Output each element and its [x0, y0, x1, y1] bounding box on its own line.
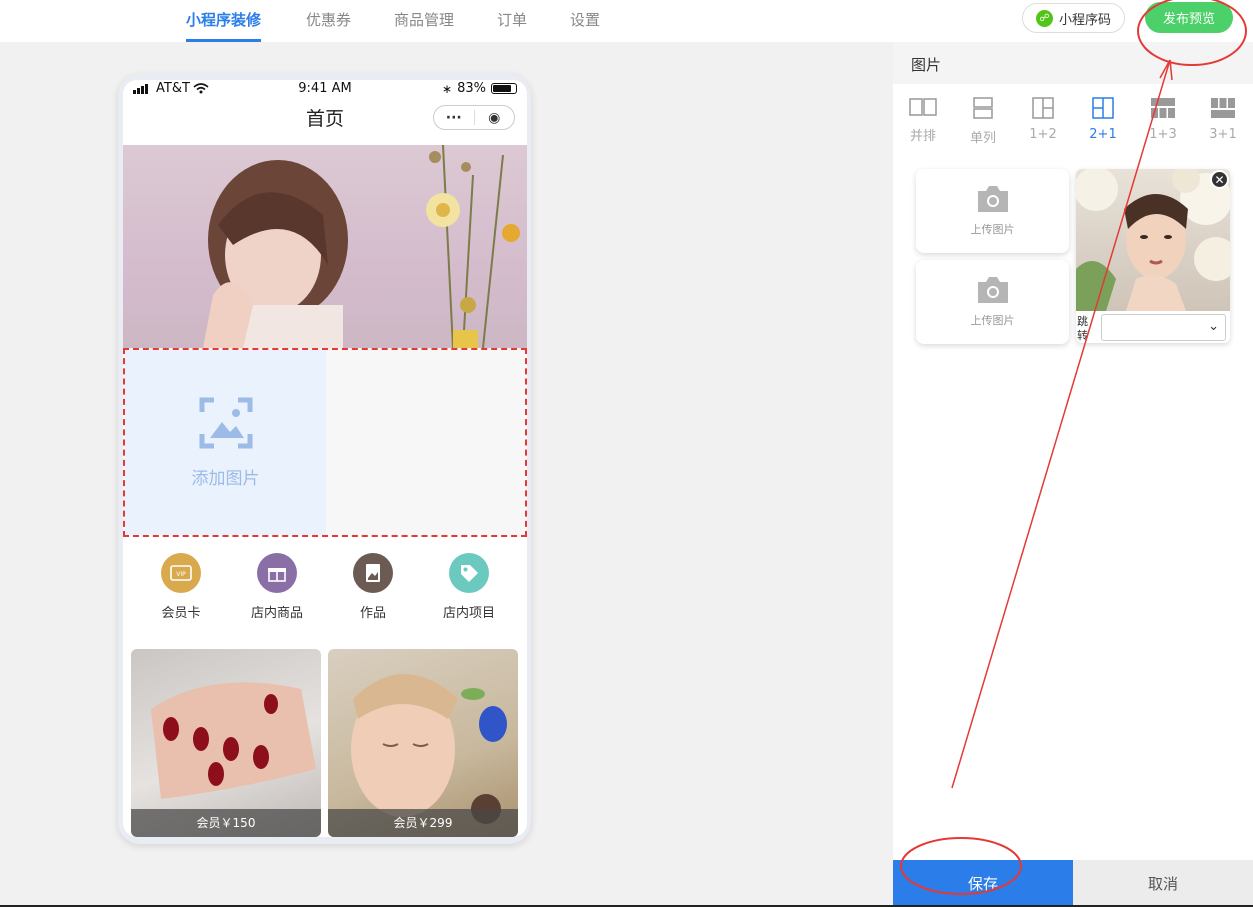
layout-2-plus-1[interactable]: 2+1: [1079, 97, 1127, 142]
menu-label: 作品: [359, 606, 386, 621]
layout-2-plus-1-icon: [1092, 97, 1114, 119]
layout-1-plus-3-icon: [1151, 98, 1175, 118]
product-card[interactable]: 会员￥150: [131, 649, 321, 837]
portrait-illustration: [203, 145, 520, 348]
bride-photo: [1076, 169, 1230, 311]
gift-icon: [257, 553, 297, 593]
image-block-editing-area[interactable]: 添加图片: [123, 348, 527, 537]
tab-settings[interactable]: 设置: [570, 9, 600, 42]
tab-coupons[interactable]: 优惠券: [306, 9, 351, 42]
upload-image-slot-2[interactable]: 上传图片: [916, 260, 1069, 344]
more-icon[interactable]: ···: [434, 110, 474, 126]
upload-label: 上传图片: [970, 314, 1015, 327]
miniprogram-code-label: 小程序码: [1058, 12, 1111, 28]
remove-image-button[interactable]: ✕: [1210, 170, 1229, 189]
card-price: 会员￥150: [131, 809, 321, 837]
svg-text:VIP: VIP: [176, 571, 186, 578]
upload-image-slot-1[interactable]: 上传图片: [916, 169, 1069, 253]
layout-single-column[interactable]: 单列: [959, 97, 1007, 146]
publish-preview-button[interactable]: 发布预览: [1145, 2, 1233, 33]
save-button[interactable]: 保存: [893, 860, 1073, 907]
shortcut-menu: VIP 会员卡 店内商品 作品 店内项目: [133, 538, 517, 644]
jump-label: 跳转: [1077, 315, 1088, 342]
menu-item-store-services[interactable]: 店内项目: [421, 553, 517, 621]
battery-percent: 83%: [457, 81, 486, 96]
link-icon: ☍: [1035, 9, 1053, 27]
add-image-label: 添加图片: [191, 469, 260, 489]
image-placeholder-icon: [199, 397, 252, 449]
layout-1-plus-2[interactable]: 1+2: [1019, 97, 1067, 142]
layout-3-plus-1[interactable]: 3+1: [1199, 97, 1247, 142]
camera-icon: [977, 186, 1008, 212]
chevron-down-icon: ⌄: [1208, 319, 1219, 334]
phone-screen: AT&T 9:41 AM ∗ 83% 首页 ··· ◉ 添加图片 VIP 会员卡…: [123, 80, 527, 837]
uploaded-image-slot-3[interactable]: 跳转 ⌄: [1076, 169, 1230, 343]
close-target-icon[interactable]: ◉: [475, 110, 515, 126]
banner-image[interactable]: [123, 145, 527, 348]
camera-icon: [977, 277, 1008, 303]
cancel-button[interactable]: 取消: [1073, 860, 1253, 907]
menu-item-works[interactable]: 作品: [325, 553, 421, 621]
menu-label: 店内商品: [250, 606, 303, 621]
capsule-menu[interactable]: ··· ◉: [433, 105, 515, 130]
photo-icon: [353, 553, 393, 593]
add-image-placeholder[interactable]: 添加图片: [125, 350, 326, 535]
menu-item-membership-card[interactable]: VIP 会员卡: [133, 553, 229, 621]
tab-miniprogram-decoration[interactable]: 小程序装修: [186, 9, 262, 42]
jump-link-select[interactable]: ⌄: [1101, 314, 1226, 341]
product-card[interactable]: 会员￥299: [328, 649, 518, 837]
bluetooth-icon: ∗: [442, 81, 453, 96]
layout-1-plus-2-icon: [1032, 97, 1054, 119]
layout-side-by-side-icon: [909, 98, 937, 116]
top-navigation: 小程序装修 优惠券 商品管理 订单 设置 ☍ 小程序码 发布预览: [0, 0, 1253, 42]
layout-side-by-side[interactable]: 并排: [899, 97, 947, 144]
layout-3-plus-1-icon: [1211, 98, 1235, 118]
battery-icon: [491, 83, 517, 94]
menu-label: 会员卡: [161, 606, 201, 621]
vip-card-icon: VIP: [161, 553, 201, 593]
layout-label: 单列: [969, 131, 996, 146]
layout-label: 3+1: [1209, 127, 1237, 142]
tab-product-management[interactable]: 商品管理: [394, 9, 454, 42]
layout-1-plus-3[interactable]: 1+3: [1139, 97, 1187, 142]
miniprogram-code-button[interactable]: ☍ 小程序码: [1022, 3, 1125, 33]
menu-label: 店内项目: [442, 606, 495, 621]
layout-single-column-icon: [973, 97, 993, 119]
uploaded-image-thumbnail: [1076, 169, 1230, 311]
layout-label: 并排: [909, 129, 936, 144]
panel-title: 图片: [911, 56, 942, 74]
tag-icon: [449, 553, 489, 593]
tab-orders[interactable]: 订单: [497, 9, 527, 42]
layout-label: 1+2: [1029, 127, 1057, 142]
layout-label: 1+3: [1149, 127, 1177, 142]
upload-label: 上传图片: [970, 223, 1015, 236]
card-price: 会员￥299: [328, 809, 518, 837]
status-bar: AT&T 9:41 AM ∗ 83%: [123, 80, 527, 98]
panel-header: 图片: [893, 42, 1253, 84]
image-settings-panel: 图片 并排 单列 1+2 2+1 1+3 3+1 上传图片 上传图片 跳转 ⌄ …: [893, 42, 1253, 907]
menu-item-store-products[interactable]: 店内商品: [229, 553, 325, 621]
layout-label: 2+1: [1089, 127, 1117, 142]
